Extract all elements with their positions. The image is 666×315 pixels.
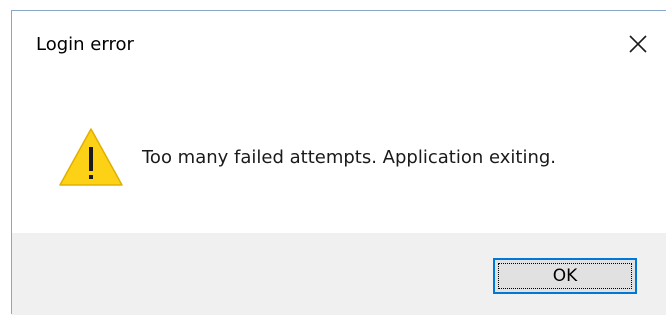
login-error-dialog: Login error Too many failed attempts. Ap… [11, 10, 666, 315]
close-icon [629, 35, 647, 53]
dialog-footer: OK [12, 233, 666, 315]
close-button[interactable] [616, 25, 660, 63]
dialog-content: Too many failed attempts. Application ex… [12, 77, 666, 233]
ok-button-label: OK [552, 266, 578, 286]
error-message: Too many failed attempts. Application ex… [142, 147, 556, 168]
ok-button[interactable]: OK [493, 258, 637, 294]
dialog-title: Login error [36, 34, 134, 55]
title-bar: Login error [12, 11, 666, 77]
warning-icon [59, 128, 123, 186]
